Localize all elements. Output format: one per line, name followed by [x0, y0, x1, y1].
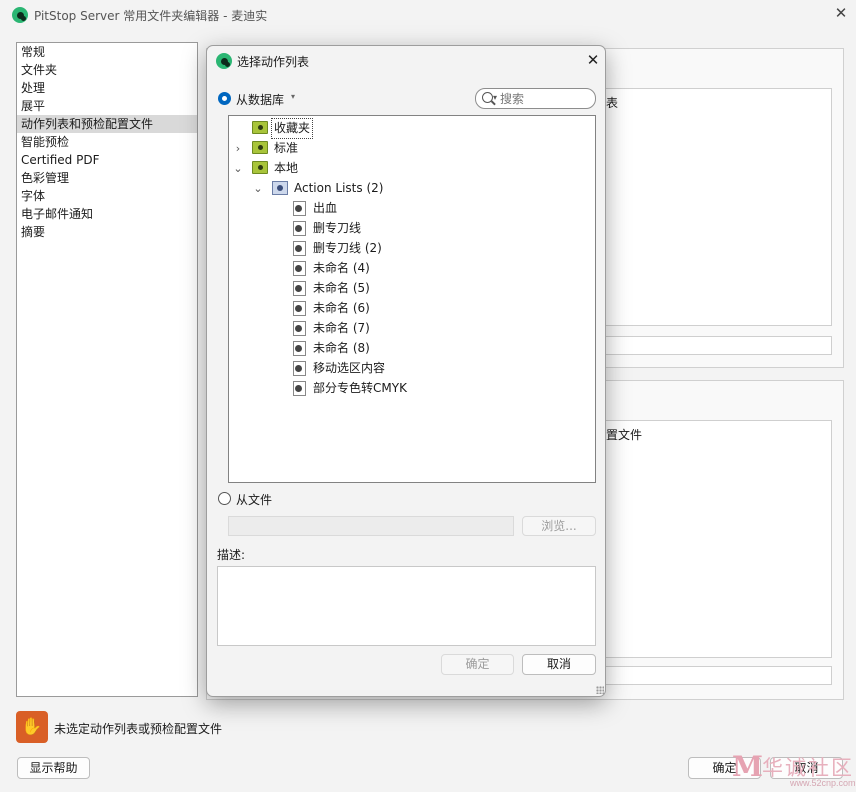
select-action-list-dialog: 选择动作列表 ✕ 从数据库 ▾ ▾ 收藏夹 › 标准 ⌄ 本地 ⌄ Action…	[206, 45, 606, 697]
tree-item-action[interactable]: 未命名 (6)	[229, 299, 595, 318]
action-list-icon	[293, 381, 306, 396]
collapse-chevron-icon[interactable]: ⌄	[232, 159, 244, 178]
description-box	[217, 566, 596, 646]
nav-item[interactable]: 展平	[17, 97, 197, 115]
nav-item[interactable]: 智能预检	[17, 133, 197, 151]
search-input[interactable]	[500, 90, 590, 107]
action-list-icon	[293, 301, 306, 316]
action-list-icon	[293, 321, 306, 336]
description-label: 描述:	[217, 548, 246, 562]
tree-label: 本地	[274, 161, 299, 175]
tree-item-favorites[interactable]: 收藏夹	[229, 118, 595, 139]
resize-grip[interactable]	[596, 686, 604, 694]
tree-item-action[interactable]: 未命名 (7)	[229, 319, 595, 338]
action-list-icon	[293, 221, 306, 236]
tree-label: Action Lists (2)	[294, 181, 384, 195]
action-list-folder-icon	[272, 181, 288, 195]
window-close-icon[interactable]: ✕	[832, 4, 850, 22]
tree-item-action[interactable]: 未命名 (8)	[229, 339, 595, 358]
tree-item-action[interactable]: 出血	[229, 199, 595, 218]
tree-label: 删专刀线	[313, 221, 362, 235]
tree-item-action[interactable]: 移动选区内容	[229, 359, 595, 378]
action-list-icon	[293, 241, 306, 256]
tree-item-local[interactable]: ⌄ 本地	[229, 159, 595, 178]
nav-item[interactable]: 电子邮件通知	[17, 205, 197, 223]
tree-item-action[interactable]: 删专刀线 (2)	[229, 239, 595, 258]
action-list-icon	[293, 361, 306, 376]
standard-folder-icon	[252, 141, 268, 154]
tree-label: 未命名 (8)	[313, 341, 370, 355]
radio-from-file[interactable]	[218, 492, 231, 505]
tree-label: 部分专色转CMYK	[313, 381, 407, 395]
settings-nav-list: 常规 文件夹 处理 展平 动作列表和预检配置文件 智能预检 Certified PDF 色彩管…	[16, 42, 198, 697]
action-list-tree[interactable]: 收藏夹 › 标准 ⌄ 本地 ⌄ Action Lists (2) 出血删专刀线删…	[228, 115, 596, 483]
dialog-title: 选择动作列表	[237, 55, 310, 69]
nav-item[interactable]: 文件夹	[17, 61, 197, 79]
action-list-box[interactable]	[600, 88, 832, 326]
nav-item[interactable]: 处理	[17, 79, 197, 97]
tree-label: 出血	[313, 201, 338, 215]
watermark-logo-icon: M	[732, 750, 763, 783]
tree-label: 未命名 (7)	[313, 321, 370, 335]
tree-item-action[interactable]: 部分专色转CMYK	[229, 379, 595, 398]
collapse-chevron-icon[interactable]: ⌄	[252, 179, 264, 198]
preflight-profile-box[interactable]	[600, 420, 832, 658]
nav-item[interactable]: 常规	[17, 43, 197, 61]
watermark-url: www.52cnp.com	[790, 778, 856, 788]
dialog-logo-icon	[216, 53, 232, 69]
action-list-icon	[293, 201, 306, 216]
nav-item[interactable]: 色彩管理	[17, 169, 197, 187]
action-list-path-field[interactable]	[600, 336, 832, 355]
file-path-field	[228, 516, 514, 536]
dialog-ok-button[interactable]: 确定	[441, 654, 514, 675]
nav-item[interactable]: 动作列表和预检配置文件	[17, 115, 197, 133]
tree-label: 删专刀线 (2)	[313, 241, 382, 255]
local-folder-icon	[252, 161, 268, 174]
radio-from-database[interactable]	[218, 92, 231, 105]
nav-item[interactable]: 摘要	[17, 223, 197, 241]
database-dropdown-icon[interactable]: ▾	[291, 92, 295, 101]
show-help-button[interactable]: 显示帮助	[17, 757, 90, 779]
expand-chevron-icon[interactable]: ›	[232, 139, 244, 158]
tree-label: 标准	[274, 141, 299, 155]
dialog-close-icon[interactable]: ✕	[584, 51, 602, 69]
nav-item[interactable]: 字体	[17, 187, 197, 205]
tree-item-action[interactable]: 未命名 (5)	[229, 279, 595, 298]
search-box[interactable]: ▾	[475, 88, 596, 109]
nav-item[interactable]: Certified PDF	[17, 151, 197, 169]
panel-label-peek-top: 表	[606, 96, 619, 110]
tree-label: 未命名 (5)	[313, 281, 370, 295]
from-file-label[interactable]: 从文件	[236, 491, 272, 508]
tree-label: 未命名 (6)	[313, 301, 370, 315]
action-list-icon	[293, 281, 306, 296]
tree-item-action-lists[interactable]: ⌄ Action Lists (2)	[229, 179, 595, 198]
browse-button[interactable]: 浏览...	[522, 516, 596, 536]
dialog-cancel-button[interactable]: 取消	[522, 654, 596, 675]
tree-item-standard[interactable]: › 标准	[229, 139, 595, 158]
tree-item-action[interactable]: 删专刀线	[229, 219, 595, 238]
action-list-icon	[293, 261, 306, 276]
search-icon	[482, 92, 493, 103]
tree-label: 移动选区内容	[313, 361, 386, 375]
tree-label: 未命名 (4)	[313, 261, 370, 275]
hand-icon: ✋	[16, 711, 48, 743]
window-title: PitStop Server 常用文件夹编辑器 - 麦迪实	[34, 9, 268, 23]
action-list-icon	[293, 341, 306, 356]
panel-label-peek-bottom: 置文件	[606, 428, 643, 442]
tree-label: 收藏夹	[270, 118, 314, 139]
preflight-path-field[interactable]	[600, 666, 832, 685]
from-database-label[interactable]: 从数据库	[236, 91, 284, 108]
search-options-icon[interactable]: ▾	[493, 93, 497, 102]
app-logo-icon	[12, 7, 28, 23]
tree-item-action[interactable]: 未命名 (4)	[229, 259, 595, 278]
watermark: M 华诚社区 www.52cnp.com	[726, 750, 856, 792]
status-message: 未选定动作列表或预检配置文件	[54, 722, 223, 736]
favorites-folder-icon	[252, 121, 268, 134]
